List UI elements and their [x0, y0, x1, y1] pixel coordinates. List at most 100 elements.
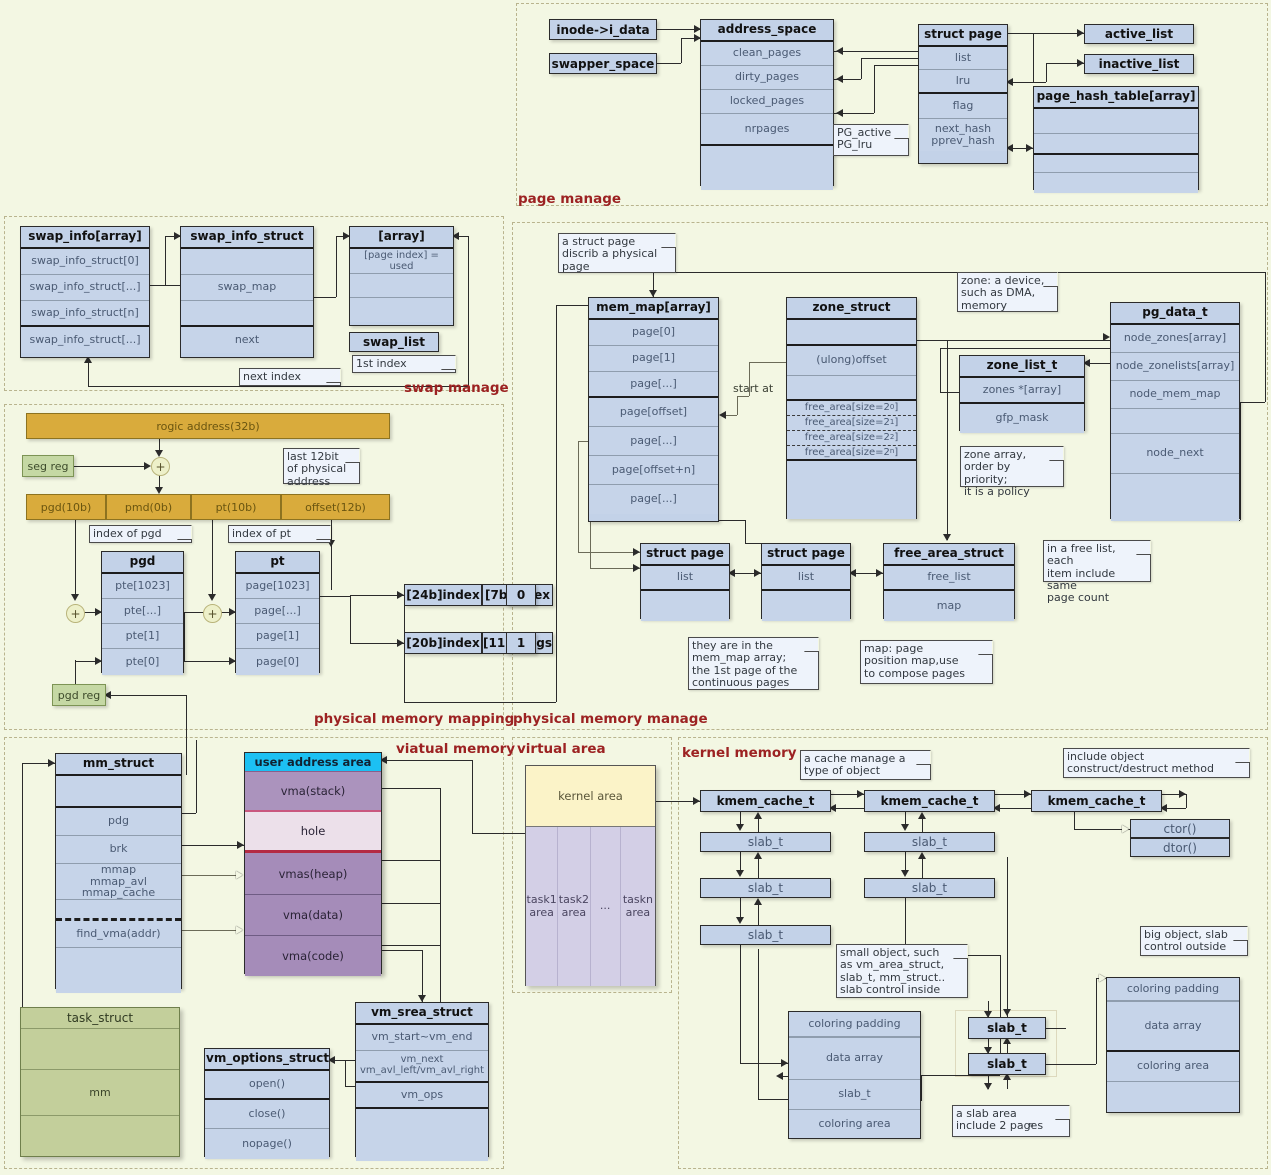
ctor-box[interactable]: ctor(): [1130, 819, 1230, 838]
conn: [1000, 955, 1001, 1063]
logic-address-label: rogic address(32b): [156, 419, 260, 433]
swap-list-box[interactable]: swap_list: [349, 332, 439, 352]
arrowhead: [208, 594, 216, 601]
pg-data-t-box[interactable]: pg_data_t node_zones[array] node_zonelis…: [1110, 302, 1240, 521]
mm-struct-box[interactable]: mm_struct pdg brk mmap mmap_avl mmap_cac…: [55, 753, 182, 993]
struct-page-row: lru: [919, 69, 1007, 94]
zone-list-t-box[interactable]: zone_list_t zones *[array] gfp_mask: [959, 355, 1085, 433]
task-struct-box[interactable]: task_struct mm: [20, 1007, 180, 1157]
struct-page-box[interactable]: struct page list lru flag next_hash ppre…: [918, 24, 1008, 164]
arrowhead: [781, 1059, 788, 1067]
last-12bit-note: last 12bit of physical address: [283, 448, 360, 487]
kmem-cache-t-box-3[interactable]: kmem_cache_t: [1031, 790, 1162, 812]
conn: [1074, 812, 1075, 829]
addr-field-pgd[interactable]: pgd(10b): [26, 494, 106, 520]
conn: [657, 63, 681, 64]
conn: [382, 788, 440, 789]
swap-list-label: swap_list: [362, 335, 426, 349]
inactive-list-box[interactable]: inactive_list: [1084, 54, 1194, 74]
pg-flags-note: PG_active PG_lru: [833, 124, 909, 156]
swap-info-struct-row: swap_map: [181, 274, 313, 301]
conn: [1096, 978, 1097, 1064]
conn: [740, 852, 741, 872]
conn: [758, 902, 759, 925]
address-space-row: locked_pages: [701, 89, 833, 114]
logic-address-bar[interactable]: rogic address(32b): [26, 413, 390, 439]
conn: [345, 1060, 346, 1086]
addr-field-pt[interactable]: pt(10b): [191, 494, 281, 520]
page-hash-table-box[interactable]: page_hash_table[array]: [1033, 86, 1199, 193]
arrowhead: [918, 812, 926, 819]
conn: [350, 595, 404, 596]
inode-i-data-box[interactable]: inode->i_data: [549, 19, 657, 40]
entry-bottom-20b[interactable]: [20b]index: [404, 632, 482, 654]
free-area-exp: 0: [889, 402, 895, 411]
pg-data-t-row: [1111, 408, 1239, 434]
arrowhead: [754, 898, 762, 905]
slab-t-box-a3[interactable]: slab_t: [700, 925, 831, 945]
arrowhead: [836, 47, 843, 55]
pt-title: pt: [236, 552, 319, 574]
dtor-box[interactable]: dtor(): [1130, 838, 1230, 857]
slab-layout-left-box[interactable]: coloring padding data array slab_t color…: [788, 1011, 921, 1139]
pg-flags-note-text: PG_active PG_lru: [837, 126, 892, 152]
slab-t-box-b2[interactable]: slab_t: [864, 878, 995, 898]
free-area-struct-title: free_area_struct: [884, 544, 1014, 566]
addr-field-pt-label: pt(10b): [215, 500, 257, 514]
mm-struct-mmap-label: mmap mmap_avl mmap_cache: [81, 862, 156, 900]
pgd-reg-box[interactable]: pgd reg: [52, 684, 106, 706]
free-list-text: in a free list, each item include same p…: [1047, 542, 1116, 605]
swap-info-array-box[interactable]: swap_info[array] swap_info_struct[0] swa…: [20, 226, 150, 358]
entry-bottom-bit[interactable]: 1: [506, 632, 536, 654]
mem-map-box[interactable]: mem_map[array] page[0] page[1] page[...]…: [588, 297, 719, 522]
addr-field-offset[interactable]: offset(12b): [281, 494, 390, 520]
struct-page-free-a[interactable]: struct page list: [640, 543, 730, 621]
vm-srea-struct-box[interactable]: vm_srea_struct vm_start~vm_end vm_next v…: [355, 1002, 489, 1161]
active-list-box[interactable]: active_list: [1084, 24, 1194, 44]
active-list-label: active_list: [1104, 27, 1174, 41]
slab-t-box-a1[interactable]: slab_t: [700, 832, 831, 852]
zone-struct-box[interactable]: zone_struct (ulong)offset free_area[size…: [786, 297, 917, 519]
label-physical-memory-manage: physical memory manage: [513, 711, 708, 727]
slab-layout-right-box[interactable]: coloring padding data array coloring are…: [1106, 977, 1240, 1113]
label-kernel-memory: kernel memory: [682, 745, 797, 761]
addr-field-pmd[interactable]: pmd(0b): [106, 494, 191, 520]
include-object-note: include object construct/destruct method: [1063, 748, 1250, 778]
address-space-box[interactable]: address_space clean_pages dirty_pages lo…: [700, 19, 834, 190]
pt-row: page[1023]: [236, 573, 319, 599]
entry-top-24b[interactable]: [24b]index: [404, 584, 482, 606]
swap-info-struct-box[interactable]: swap_info_struct swap_map next: [180, 226, 314, 358]
pt-box[interactable]: pt page[1023] page[...] page[1] page[0]: [235, 551, 320, 675]
swap-info-struct-row: [181, 300, 313, 327]
swapper-space-box[interactable]: swapper_space: [549, 53, 657, 74]
arrowhead: [144, 462, 151, 470]
swap-array-box[interactable]: [array] [page index] = used: [349, 226, 454, 326]
user-address-area-box[interactable]: user address area vma(stack) hole vmas(h…: [244, 752, 382, 976]
conn: [740, 898, 741, 919]
free-area-struct-box[interactable]: free_area_struct free_list map: [883, 543, 1015, 621]
arrowhead: [1099, 974, 1106, 982]
kmem-cache-t-box-1[interactable]: kmem_cache_t: [700, 790, 831, 812]
arrowhead: [397, 591, 404, 599]
label-swap-manage: swap manage: [404, 380, 509, 396]
slab-layout-right-row: [1107, 1082, 1239, 1112]
pgd-box[interactable]: pgd pte[1023] pte[...] pte[1] pte[0]: [101, 551, 184, 675]
address-space-row: [701, 145, 833, 190]
conn: [382, 903, 440, 904]
vm-options-struct-box[interactable]: vm_options_struct open() close() nopage(…: [204, 1048, 330, 1159]
seg-reg-box[interactable]: seg reg: [22, 455, 74, 477]
slab-t-box-a2[interactable]: slab_t: [700, 878, 831, 898]
struct-page-free-b[interactable]: struct page list: [761, 543, 851, 621]
kmem-cache-t-box-2[interactable]: kmem_cache_t: [864, 790, 995, 812]
virtual-area-box[interactable]: kernel area task1 area task2 area ... ta…: [525, 765, 656, 986]
slab-t-box-c1[interactable]: slab_t: [968, 1017, 1046, 1039]
pgd-row: pte[1023]: [102, 573, 183, 599]
conn: [749, 362, 786, 363]
entry-top-bit[interactable]: 0: [506, 584, 536, 606]
arrowhead: [1077, 59, 1084, 67]
slab-t-box-c2[interactable]: slab_t: [968, 1053, 1046, 1075]
swap-info-array-title: swap_info[array]: [21, 227, 149, 249]
arrowhead: [943, 534, 951, 541]
slab-t-box-b1[interactable]: slab_t: [864, 832, 995, 852]
kernel-area-label: kernel area: [558, 789, 623, 803]
